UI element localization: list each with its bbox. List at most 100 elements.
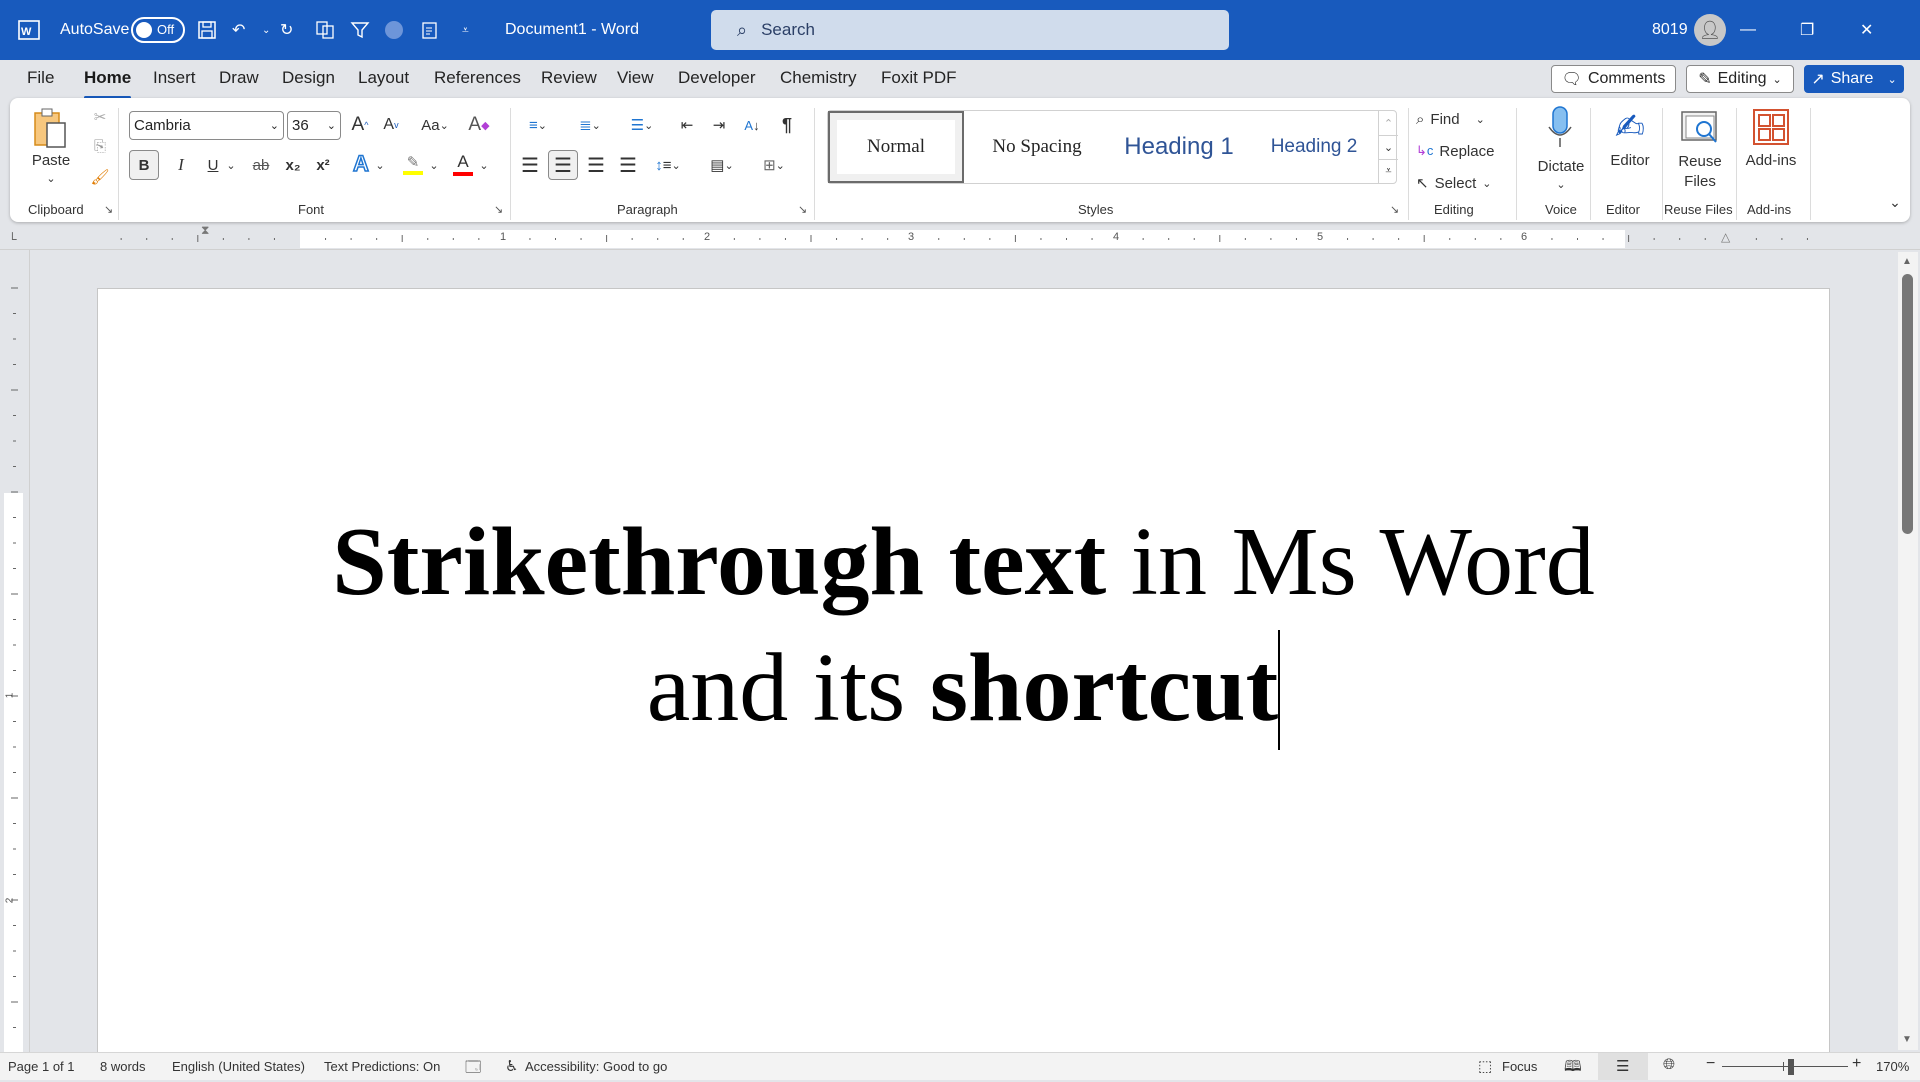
editor-button[interactable]: Editor [1602,152,1658,169]
sort-icon[interactable]: A ↓ [739,112,765,138]
tab-foxit-pdf[interactable]: Foxit PDF [875,68,963,88]
tab-chemistry[interactable]: Chemistry [774,68,863,88]
web-layout-icon[interactable]: 🌐︎ [1663,1056,1675,1073]
document-page[interactable]: Strikethrough text in Ms Word and its sh… [97,288,1830,1052]
tab-references[interactable]: References [428,68,527,88]
text-effects-icon[interactable]: A [348,148,374,180]
strikethrough-button[interactable]: ab [246,150,276,180]
grow-font-icon[interactable]: A ^ [347,112,373,138]
undo-icon[interactable]: ↶ [232,0,262,60]
superscript-button[interactable]: x² [310,150,336,180]
tab-insert[interactable]: Insert [147,68,202,88]
filter-icon[interactable] [350,0,380,60]
redo-icon[interactable]: ↻ [280,0,310,60]
font-launcher-icon[interactable]: ↘ [494,203,503,216]
accessibility-status[interactable]: Accessibility: Good to go [525,1059,667,1074]
style-no-spacing[interactable]: No Spacing [968,111,1106,183]
scrollbar-thumb[interactable] [1902,274,1913,534]
minimize-button[interactable]: — [1740,0,1800,60]
right-indent-marker[interactable]: △ [1721,230,1730,244]
tab-home[interactable]: Home [78,68,137,99]
zoom-slider-track[interactable] [1722,1066,1848,1067]
avatar[interactable]: 👤︎ [1694,0,1726,60]
save-icon[interactable] [197,0,227,60]
align-center-icon[interactable]: ☰ [548,150,578,180]
format-painter-icon[interactable]: 🖌︎ [90,168,110,186]
numbering-icon[interactable]: ≣ ⌄ [570,112,610,138]
close-button[interactable]: ✕ [1860,0,1920,60]
align-left-icon[interactable]: ☰ [516,150,544,180]
borders-icon[interactable]: ⊞ ⌄ [754,150,794,180]
select-button[interactable]: ↖ Select ⌄ [1416,170,1492,196]
word-count[interactable]: 8 words [100,1059,146,1074]
editing-mode-button[interactable]: ✎ Editing ⌄ [1686,65,1794,93]
search-box[interactable]: ⌕ Search [711,10,1229,50]
show-formatting-marks-button[interactable]: ¶ [774,112,800,138]
track-changes-icon[interactable]: 🗔︎ [465,1057,481,1082]
tab-design[interactable]: Design [276,68,341,88]
subscript-button[interactable]: x₂ [280,150,306,180]
scroll-up-icon[interactable]: ▲ [1902,256,1912,267]
justify-icon[interactable]: ☰ [614,150,642,180]
clear-formatting-icon[interactable]: A ◆ [466,112,492,138]
dictate-dropdown-icon[interactable]: ⌄ [1554,178,1568,191]
focus-button[interactable]: Focus [1502,1059,1537,1074]
collapse-ribbon-icon[interactable]: ⌄ [1886,194,1904,211]
font-family-select[interactable]: Cambria ⌄ [129,111,284,140]
tab-view[interactable]: View [611,68,660,88]
shrink-font-icon[interactable]: Av [378,112,404,138]
clipboard-launcher-icon[interactable]: ↘ [104,203,113,216]
clipboard-check-icon[interactable] [420,0,450,60]
undo-dropdown-icon[interactable]: ⌄ [262,0,270,60]
paste-icon[interactable] [32,106,68,150]
zoom-in-button[interactable]: + [1852,1055,1861,1073]
bullets-icon[interactable]: ≡ ⌄ [518,112,558,138]
decrease-indent-icon[interactable]: ⇤ [674,112,700,138]
first-line-indent-marker[interactable]: ⧗ [201,223,209,238]
styles-scroll-up-icon[interactable]: ⌃ [1378,111,1398,135]
underline-dropdown-icon[interactable]: ⌄ [224,150,238,180]
italic-button[interactable]: I [168,150,194,180]
record-icon[interactable] [385,0,415,60]
customize-qat-icon[interactable]: ⩡ [462,0,469,60]
add-ins-button[interactable]: Add-ins [1740,152,1802,169]
increase-indent-icon[interactable]: ⇥ [706,112,732,138]
vertical-scrollbar[interactable]: ▲ ▼ [1898,252,1918,1050]
cut-icon[interactable]: ✂ [90,108,110,126]
font-color-dropdown-icon[interactable]: ⌄ [478,150,490,180]
zoom-out-button[interactable]: − [1706,1055,1715,1073]
tab-developer[interactable]: Developer [672,68,762,88]
read-mode-icon[interactable]: 🕮︎ [1564,1056,1582,1081]
language[interactable]: English (United States) [172,1059,305,1074]
style-normal[interactable]: Normal [828,111,964,183]
document-body[interactable]: Strikethrough text in Ms Word and its sh… [98,499,1829,751]
comments-button[interactable]: 🗨︎ Comments [1551,65,1676,93]
text-effects-dropdown-icon[interactable]: ⌄ [374,150,386,180]
zoom-level[interactable]: 170% [1876,1059,1909,1074]
page-count[interactable]: Page 1 of 1 [8,1059,75,1074]
paste-button[interactable]: Paste [30,152,72,169]
editor-pen-icon[interactable]: ✍︎ [1610,104,1650,150]
font-size-select[interactable]: 36 ⌄ [287,111,341,140]
dictate-button[interactable]: Dictate [1528,158,1594,175]
highlight-dropdown-icon[interactable]: ⌄ [428,150,440,180]
styles-more-icon[interactable]: ⩡ [1378,159,1398,183]
paragraph-launcher-icon[interactable]: ↘ [798,203,807,216]
style-heading-2[interactable]: Heading 2 [1250,111,1378,183]
tab-draw[interactable]: Draw [213,68,265,88]
text-predictions[interactable]: Text Predictions: On [324,1059,440,1074]
add-ins-icon[interactable] [1750,106,1792,148]
vertical-ruler[interactable]: 1 2 [0,250,30,1053]
highlight-color-icon[interactable]: ✎ [400,148,426,180]
multilevel-list-icon[interactable]: ☰ ⌄ [622,112,662,138]
paste-dropdown-icon[interactable]: ⌄ [44,172,58,185]
share-button[interactable]: ↗ Share ⌄ [1804,65,1904,93]
styles-launcher-icon[interactable]: ↘ [1390,203,1399,216]
styles-scroll-down-icon[interactable]: ⌄ [1378,135,1398,159]
reuse-files-button[interactable]: Reuse Files [1668,152,1732,192]
change-case-button[interactable]: Aa ⌄ [415,112,455,138]
autosave-toggle[interactable]: Off [131,0,185,60]
align-right-icon[interactable]: ☰ [582,150,610,180]
restore-button[interactable]: ❐ [1800,0,1860,60]
microphone-icon[interactable] [1540,104,1580,150]
